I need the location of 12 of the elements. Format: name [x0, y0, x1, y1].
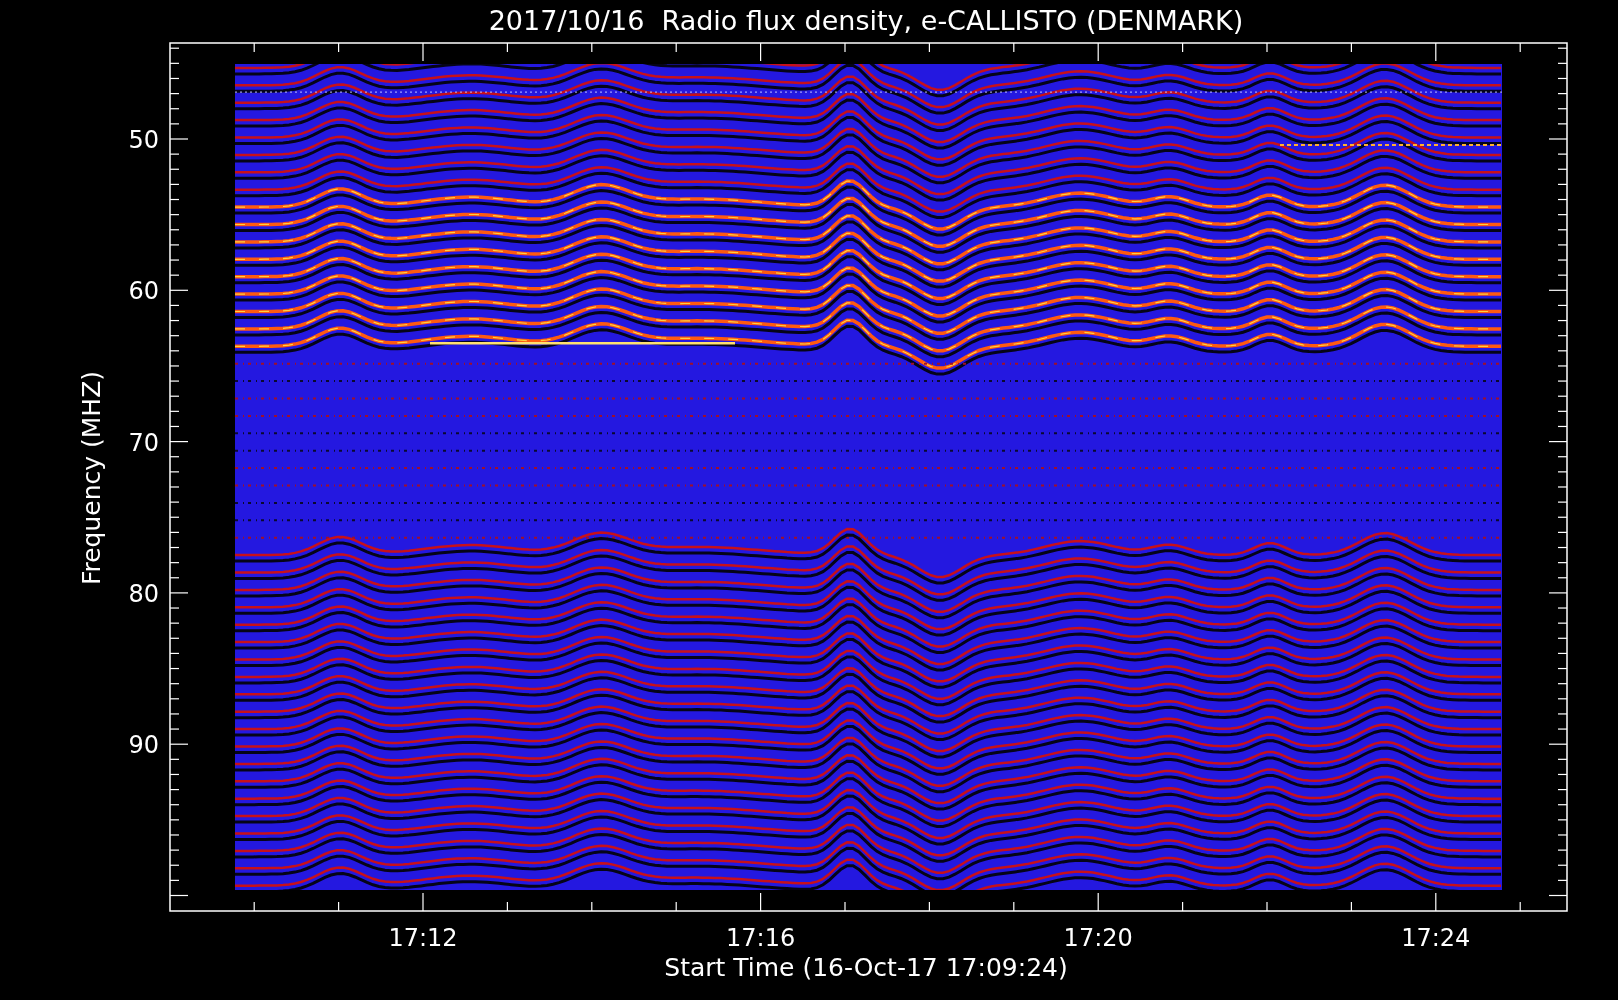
chart-title: 2017/10/16 Radio flux density, e-CALLISTO (DENMARK)	[488, 5, 1244, 36]
x-tick-label: 17:12	[388, 924, 458, 952]
y-tick-label: 60	[128, 277, 159, 306]
y-tick-label: 50	[128, 126, 159, 154]
x-tick-label: 17:20	[1063, 924, 1133, 952]
y-axis-label: Frequency (MHZ)	[77, 370, 106, 586]
y-tick-label: 90	[128, 731, 159, 760]
y-tick-label: 70	[128, 428, 159, 457]
x-tick-label: 17:24	[1401, 924, 1471, 952]
y-tick-label: 80	[128, 579, 159, 608]
x-axis-label: Start Time (16-Oct-17 17:09:24)	[664, 953, 1068, 982]
x-tick-label: 17:16	[726, 924, 796, 952]
